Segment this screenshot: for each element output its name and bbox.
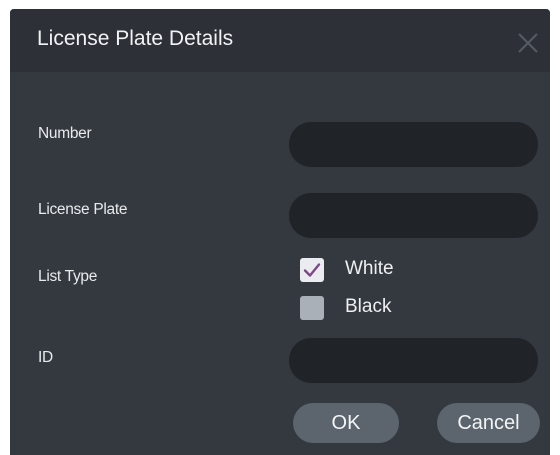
- number-label: Number: [38, 125, 92, 142]
- license-plate-label: License Plate: [38, 201, 128, 218]
- close-button[interactable]: [516, 31, 540, 55]
- black-checkbox[interactable]: [300, 296, 324, 320]
- id-label: ID: [38, 349, 53, 366]
- dialog-titlebar: License Plate Details: [10, 9, 550, 72]
- ok-button[interactable]: OK: [293, 403, 399, 443]
- cancel-button[interactable]: Cancel: [437, 403, 540, 443]
- license-plate-dialog: License Plate Details Number License Pla…: [10, 9, 550, 455]
- white-option-label: White: [345, 258, 394, 279]
- black-option-label: Black: [345, 296, 392, 317]
- dialog-title: License Plate Details: [37, 27, 234, 50]
- license-plate-field[interactable]: [289, 193, 538, 238]
- checkmark-icon: [303, 263, 321, 277]
- white-checkbox[interactable]: [300, 258, 324, 282]
- id-field[interactable]: [289, 338, 538, 383]
- number-field[interactable]: [289, 122, 538, 167]
- close-icon: [518, 33, 538, 53]
- list-type-label: List Type: [38, 268, 98, 285]
